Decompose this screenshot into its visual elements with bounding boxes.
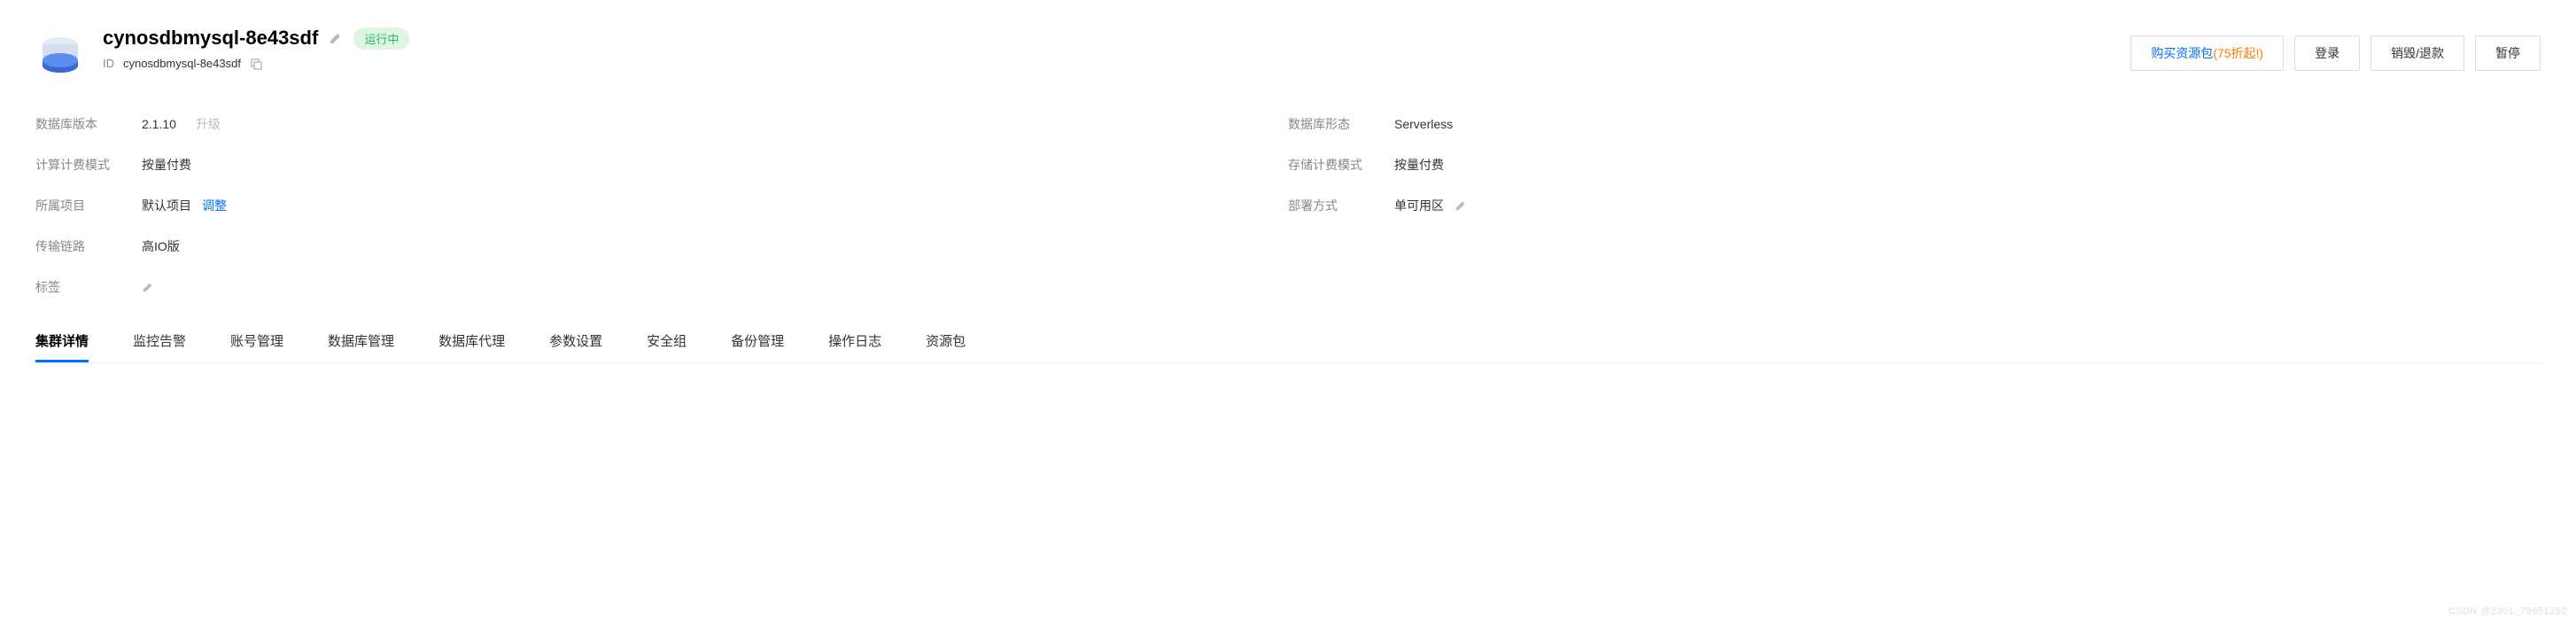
upgrade-link[interactable]: 升级 — [196, 115, 221, 133]
edit-title-icon[interactable] — [329, 31, 343, 45]
tab-account-manage[interactable]: 账号管理 — [230, 331, 283, 362]
header-left: cynosdbmysql-8e43sdf 运行中 ID cynosdbmysql… — [35, 27, 409, 80]
status-badge: 运行中 — [353, 27, 409, 50]
compute-billing-label: 计算计费模式 — [35, 156, 142, 174]
info-row-transport: 传输链路 高IO版 — [35, 237, 1288, 255]
deploy-label: 部署方式 — [1288, 197, 1394, 214]
tab-monitor-alarm[interactable]: 监控告警 — [133, 331, 186, 362]
title-block: cynosdbmysql-8e43sdf 运行中 ID cynosdbmysql… — [103, 27, 409, 70]
db-version-text: 2.1.10 — [142, 117, 176, 131]
info-row-deploy: 部署方式 单可用区 — [1288, 197, 2541, 214]
tab-param-setting[interactable]: 参数设置 — [549, 331, 602, 362]
project-adjust-link[interactable]: 调整 — [202, 197, 227, 214]
db-version-label: 数据库版本 — [35, 115, 142, 133]
deploy-text: 单可用区 — [1394, 197, 1444, 214]
title-row: cynosdbmysql-8e43sdf 运行中 — [103, 27, 409, 50]
tab-cluster-details[interactable]: 集群详情 — [35, 331, 89, 362]
buy-package-button[interactable]: 购买资源包(75折起!) — [2130, 35, 2284, 71]
page-header: cynosdbmysql-8e43sdf 运行中 ID cynosdbmysql… — [35, 27, 2541, 80]
deploy-value: 单可用区 — [1394, 197, 1467, 214]
copy-icon[interactable] — [250, 58, 262, 70]
tab-db-manage[interactable]: 数据库管理 — [328, 331, 394, 362]
db-form-label: 数据库形态 — [1288, 115, 1394, 133]
buy-package-discount: (75折起!) — [2213, 46, 2263, 60]
edit-deploy-icon[interactable] — [1455, 199, 1467, 212]
tag-label: 标签 — [35, 278, 142, 296]
edit-tag-icon[interactable] — [142, 281, 154, 293]
storage-billing-label: 存储计费模式 — [1288, 156, 1394, 174]
compute-billing-value: 按量付费 — [142, 156, 191, 174]
tab-db-proxy[interactable]: 数据库代理 — [438, 331, 505, 362]
project-value: 默认项目 调整 — [142, 197, 227, 214]
header-actions: 购买资源包(75折起!) 登录 销毁/退款 暂停 — [2130, 35, 2541, 71]
info-row-spacer — [1288, 237, 2541, 255]
buy-package-prefix: 购买资源包 — [2151, 46, 2213, 60]
pause-button[interactable]: 暂停 — [2475, 35, 2541, 71]
info-row-db-form: 数据库形态 Serverless — [1288, 115, 2541, 133]
db-version-value: 2.1.10 升级 — [142, 115, 221, 133]
login-button[interactable]: 登录 — [2294, 35, 2360, 71]
project-label: 所属项目 — [35, 197, 142, 214]
tab-backup-manage[interactable]: 备份管理 — [731, 331, 784, 362]
id-value: cynosdbmysql-8e43sdf — [123, 57, 241, 70]
info-grid: 数据库版本 2.1.10 升级 数据库形态 Serverless 计算计费模式 … — [35, 115, 2541, 296]
tab-op-log[interactable]: 操作日志 — [828, 331, 881, 362]
tab-resource-package[interactable]: 资源包 — [926, 331, 966, 362]
info-row-compute-billing: 计算计费模式 按量付费 — [35, 156, 1288, 174]
info-row-storage-billing: 存储计费模式 按量付费 — [1288, 156, 2541, 174]
info-row-db-version: 数据库版本 2.1.10 升级 — [35, 115, 1288, 133]
db-form-value: Serverless — [1394, 117, 1453, 131]
project-text: 默认项目 — [142, 197, 191, 214]
id-row: ID cynosdbmysql-8e43sdf — [103, 57, 409, 70]
info-row-project: 所属项目 默认项目 调整 — [35, 197, 1288, 214]
tag-value — [142, 281, 154, 293]
destroy-refund-button[interactable]: 销毁/退款 — [2370, 35, 2464, 71]
watermark: CSDN @2301_79651252 — [2448, 606, 2567, 617]
transport-label: 传输链路 — [35, 237, 142, 255]
tab-security-group[interactable]: 安全组 — [647, 331, 687, 362]
cluster-title: cynosdbmysql-8e43sdf — [103, 27, 318, 50]
tabs: 集群详情 监控告警 账号管理 数据库管理 数据库代理 参数设置 安全组 备份管理… — [35, 331, 2541, 363]
database-icon — [35, 30, 85, 80]
transport-value: 高IO版 — [142, 237, 180, 255]
id-label: ID — [103, 57, 114, 70]
info-row-tag: 标签 — [35, 278, 1288, 296]
storage-billing-value: 按量付费 — [1394, 156, 1444, 174]
